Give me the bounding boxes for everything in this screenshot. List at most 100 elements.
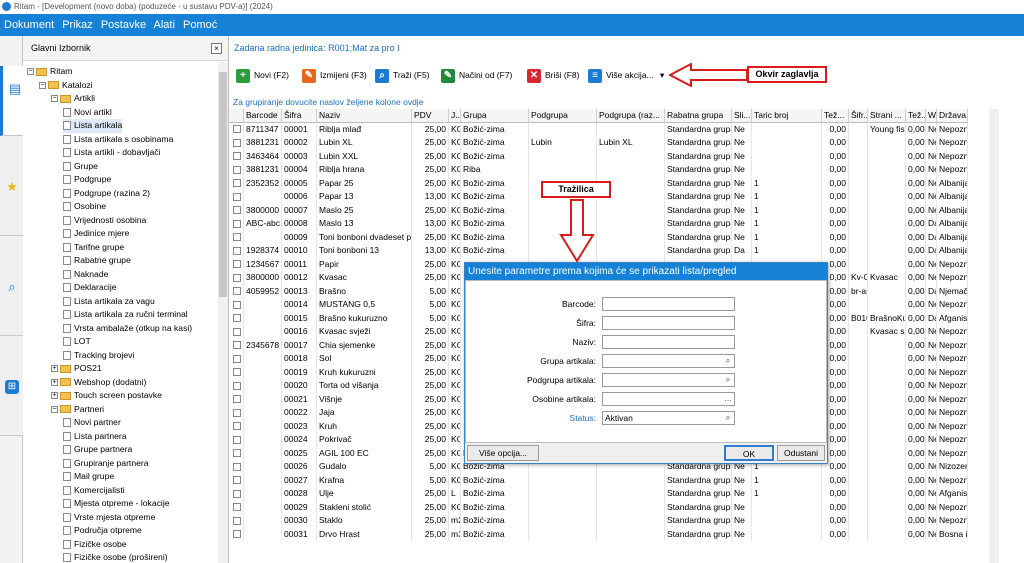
checkbox-icon[interactable] bbox=[233, 516, 241, 525]
checkbox-icon[interactable] bbox=[233, 354, 241, 363]
menu-prikaz[interactable]: Prikaz bbox=[62, 19, 93, 31]
row-checkbox[interactable] bbox=[229, 514, 244, 528]
checkbox-icon[interactable] bbox=[233, 233, 241, 242]
table-row[interactable]: ABC-abc00008Maslo 1313,00KGBožić-zima Sta… bbox=[229, 217, 989, 231]
row-checkbox[interactable] bbox=[229, 406, 244, 420]
tree-item[interactable]: Podgrupe (razina 2) bbox=[63, 187, 150, 201]
tree-item[interactable]: − Partneri bbox=[51, 403, 104, 417]
checkbox-icon[interactable] bbox=[233, 408, 241, 417]
expand-icon[interactable]: + bbox=[51, 392, 58, 400]
column-header[interactable]: Grupa bbox=[461, 109, 529, 123]
tree-item[interactable]: Grupiranje partnera bbox=[63, 457, 149, 471]
row-checkbox[interactable] bbox=[229, 230, 244, 244]
tree-item[interactable]: Vrijednosti osobina bbox=[63, 214, 146, 228]
row-checkbox[interactable] bbox=[229, 244, 244, 258]
checkbox-icon[interactable] bbox=[233, 327, 241, 336]
row-checkbox[interactable] bbox=[229, 446, 244, 460]
filter-input[interactable]: ⌕ bbox=[602, 354, 735, 368]
expand-icon[interactable]: + bbox=[51, 365, 58, 373]
column-header[interactable]: Strani ... bbox=[868, 109, 906, 123]
ok-button[interactable]: OK bbox=[724, 445, 774, 461]
row-checkbox[interactable] bbox=[229, 338, 244, 352]
checkbox-icon[interactable] bbox=[233, 395, 241, 404]
checkbox-icon[interactable] bbox=[233, 476, 241, 485]
filter-input[interactable] bbox=[602, 297, 735, 311]
row-checkbox[interactable] bbox=[229, 257, 244, 271]
row-checkbox[interactable] bbox=[229, 136, 244, 150]
tree-item[interactable]: Mail grupe bbox=[63, 470, 114, 484]
tree-item[interactable]: − Ritam bbox=[27, 65, 72, 79]
filter-input[interactable]: … bbox=[602, 392, 735, 406]
tree-item[interactable]: Deklaracije bbox=[63, 281, 117, 295]
column-header[interactable]: Šifra bbox=[282, 109, 317, 123]
column-header[interactable]: Barcode bbox=[244, 109, 282, 123]
row-checkbox[interactable] bbox=[229, 433, 244, 447]
filter-input[interactable]: ⌕ bbox=[602, 373, 735, 387]
row-checkbox[interactable] bbox=[229, 203, 244, 217]
checkbox-icon[interactable] bbox=[233, 503, 241, 512]
table-row[interactable]: 00031Drvo Hrast25,00m3Božić-zima Standard… bbox=[229, 527, 989, 541]
ellipsis-icon[interactable]: … bbox=[723, 394, 733, 404]
tree-item[interactable]: Vrsta ambalaže (otkup na kasi) bbox=[63, 322, 192, 336]
row-checkbox[interactable] bbox=[229, 460, 244, 474]
row-checkbox[interactable] bbox=[229, 163, 244, 177]
toolbar-button[interactable]: + Novi (F2) bbox=[236, 65, 289, 85]
checkbox-icon[interactable] bbox=[233, 138, 241, 147]
checkbox-icon[interactable] bbox=[233, 449, 241, 458]
column-header[interactable]: Rabatna grupa bbox=[665, 109, 732, 123]
checkbox-icon[interactable] bbox=[233, 300, 241, 309]
lookup-icon[interactable]: ⌕ bbox=[723, 356, 733, 366]
table-row[interactable]: 00029Stakleni stolić25,00KGBožić-zima Sta… bbox=[229, 500, 989, 514]
tree-item[interactable]: Lista partnera bbox=[63, 430, 127, 444]
cancel-button[interactable]: Odustani bbox=[777, 445, 825, 461]
menu-postavke[interactable]: Postavke bbox=[101, 19, 146, 31]
table-row[interactable]: 00027Krafna5,00KGBožić-zima Standardna gr… bbox=[229, 473, 989, 487]
toolbar-button[interactable]: ✎ Izmijeni (F3) bbox=[302, 65, 367, 85]
table-row[interactable]: 871134700001Riblja mlađ25,00KGBožić-zima… bbox=[229, 122, 989, 136]
tree-item[interactable]: Tracking brojevi bbox=[63, 349, 134, 363]
checkbox-icon[interactable] bbox=[233, 152, 241, 161]
checkbox-icon[interactable] bbox=[233, 341, 241, 350]
menu-alati[interactable]: Alati bbox=[154, 19, 175, 31]
toolbar-button[interactable]: ✎ Načini od (F7) bbox=[441, 65, 512, 85]
tree-item[interactable]: Vrste mjesta otpreme bbox=[63, 511, 155, 525]
checkbox-icon[interactable] bbox=[233, 368, 241, 377]
checkbox-icon[interactable] bbox=[233, 192, 241, 201]
row-checkbox[interactable] bbox=[229, 122, 244, 136]
filter-input[interactable] bbox=[602, 335, 735, 349]
row-checkbox[interactable] bbox=[229, 217, 244, 231]
column-header[interactable]: J... bbox=[449, 109, 461, 123]
column-header[interactable]: Tež... bbox=[906, 109, 926, 123]
tree-item[interactable]: Komercijalisti bbox=[63, 484, 125, 498]
tree-item[interactable]: Lista artikala za vagu bbox=[63, 295, 155, 309]
row-checkbox[interactable] bbox=[229, 365, 244, 379]
tree-item[interactable]: Fizičke osobe bbox=[63, 538, 127, 552]
checkbox-icon[interactable] bbox=[233, 287, 241, 296]
tree-item[interactable]: Osobine bbox=[63, 200, 106, 214]
tab-favorites[interactable]: ★ bbox=[0, 136, 23, 236]
table-row[interactable]: 192837400010Toni bonboni 1313,00KGBožić-… bbox=[229, 244, 989, 258]
checkbox-icon[interactable] bbox=[233, 381, 241, 390]
checkbox-icon[interactable] bbox=[233, 125, 241, 134]
toolbar-button[interactable]: ✕ Briši (F8) bbox=[527, 65, 579, 85]
row-checkbox[interactable] bbox=[229, 298, 244, 312]
tree-item[interactable]: Lista artikli - dobavljači bbox=[63, 146, 160, 160]
tree-item[interactable]: Rabatne grupe bbox=[63, 254, 131, 268]
collapse-icon[interactable]: − bbox=[51, 405, 58, 413]
checkbox-icon[interactable] bbox=[233, 273, 241, 282]
column-header[interactable]: Sli... bbox=[732, 109, 752, 123]
row-checkbox[interactable] bbox=[229, 392, 244, 406]
checkbox-icon[interactable] bbox=[233, 165, 241, 174]
column-header[interactable]: Podgrupa (raz... bbox=[597, 109, 665, 123]
table-row[interactable]: 00030Staklo25,00m2Božić-zima Standardna g… bbox=[229, 514, 989, 528]
tab-main-menu[interactable]: ▤ bbox=[0, 66, 23, 136]
tree-item[interactable]: − Artikli bbox=[51, 92, 95, 106]
row-checkbox[interactable] bbox=[229, 176, 244, 190]
tree-item[interactable]: Novi artikl bbox=[63, 106, 112, 120]
more-actions-dropdown-icon[interactable]: ▾ bbox=[660, 65, 664, 85]
tree-item[interactable]: Naknade bbox=[63, 268, 108, 282]
filter-input[interactable] bbox=[602, 316, 735, 330]
collapse-icon[interactable]: − bbox=[39, 81, 46, 89]
tab-apps[interactable]: ⊞ bbox=[0, 336, 23, 436]
lookup-icon[interactable]: ⌕ bbox=[723, 375, 733, 385]
